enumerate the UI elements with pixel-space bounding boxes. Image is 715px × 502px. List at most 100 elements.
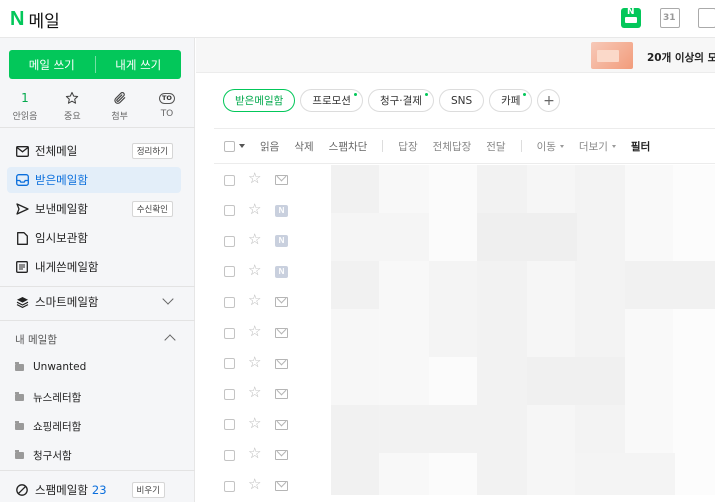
chevron-down-icon[interactable]: [162, 293, 174, 305]
quick-attachment[interactable]: 첨부: [103, 90, 137, 122]
add-tab-button[interactable]: +: [537, 89, 561, 112]
star-icon[interactable]: ☆: [248, 415, 261, 431]
row-checkbox[interactable]: [224, 358, 235, 370]
more-button[interactable]: 더보기: [579, 139, 608, 154]
folder-item[interactable]: Unwanted: [15, 361, 86, 373]
tab-label: 카페: [501, 95, 521, 107]
star-icon[interactable]: ☆: [248, 354, 261, 370]
star-icon: [55, 90, 89, 106]
calendar-day: 31: [663, 13, 676, 23]
forward-button[interactable]: 전달: [486, 139, 505, 154]
folder-item[interactable]: 뉴스레터함: [15, 390, 81, 405]
table-row[interactable]: ☆: [214, 471, 715, 501]
mail-icon: [15, 144, 29, 158]
chevron-up-icon[interactable]: [164, 334, 176, 346]
quick-unread[interactable]: 1 안읽음: [8, 90, 42, 122]
table-row[interactable]: ☆: [214, 379, 715, 409]
read-receipt-button[interactable]: 수신확인: [131, 201, 173, 217]
sidebar: 메일 쓰기 내게 쓰기 1 안읽음 중요 첨부 TO TO 전체메일 정리하기 …: [0, 38, 195, 502]
table-row[interactable]: ☆: [214, 440, 715, 470]
star-icon[interactable]: ☆: [248, 324, 261, 339]
envelope-icon[interactable]: [275, 358, 288, 369]
reply-button[interactable]: 답장: [398, 139, 417, 154]
star-icon[interactable]: ☆: [248, 232, 261, 247]
table-row[interactable]: ☆: [214, 165, 715, 195]
promo-banner[interactable]: 20개 이상의 모: [196, 38, 715, 73]
block-spam-button[interactable]: 스팸차단: [329, 139, 368, 154]
tab-cafe[interactable]: 카페: [489, 89, 533, 112]
row-checkbox[interactable]: [224, 174, 235, 186]
naver-sender-icon: N: [275, 235, 288, 248]
table-row[interactable]: ☆ N: [214, 226, 715, 256]
mailbox-tabs: 받은메일함 프로모션 청구·결제 SNS 카페 +: [223, 89, 561, 112]
folder-item[interactable]: 쇼핑레터함: [15, 419, 81, 434]
naver-mail-logo[interactable]: N 메일: [10, 7, 60, 32]
envelope-icon[interactable]: [275, 419, 288, 430]
write-to-self-button[interactable]: 내게 쓰기: [96, 50, 182, 79]
star-icon[interactable]: ☆: [248, 446, 261, 461]
row-checkbox[interactable]: [224, 296, 235, 308]
tab-inbox[interactable]: 받은메일함: [223, 89, 296, 112]
row-checkbox[interactable]: [224, 205, 235, 217]
sidebar-item-sent[interactable]: 보낸메일함 수신확인: [7, 196, 181, 222]
star-icon[interactable]: ☆: [248, 171, 261, 186]
table-row[interactable]: ☆ N: [214, 257, 715, 287]
select-all-checkbox[interactable]: [224, 140, 235, 152]
tab-promotion[interactable]: 프로모션: [300, 89, 363, 112]
sidebar-item-inbox[interactable]: 받은메일함: [7, 167, 181, 193]
envelope-icon[interactable]: [275, 450, 288, 461]
table-row[interactable]: ☆ N: [214, 196, 715, 226]
star-icon[interactable]: ☆: [248, 477, 261, 492]
quick-to[interactable]: TO TO: [150, 90, 184, 122]
select-options-caret[interactable]: [239, 144, 245, 148]
calendar-icon[interactable]: 31: [660, 8, 680, 28]
table-row[interactable]: ☆: [214, 410, 715, 440]
folder-icon: [15, 361, 24, 371]
empty-spam-button[interactable]: 비우기: [131, 482, 165, 498]
star-icon[interactable]: ☆: [248, 293, 261, 308]
star-icon[interactable]: ☆: [248, 385, 261, 400]
tab-sns[interactable]: SNS: [438, 89, 485, 112]
row-checkbox[interactable]: [224, 266, 235, 278]
reply-all-button[interactable]: 전체답장: [433, 139, 472, 154]
star-icon[interactable]: ☆: [248, 201, 261, 217]
filter-button[interactable]: 필터: [631, 139, 650, 154]
contacts-icon[interactable]: [698, 8, 715, 28]
sidebar-item-drafts[interactable]: 임시보관함: [7, 225, 181, 251]
row-checkbox[interactable]: [224, 449, 235, 461]
divider: [0, 470, 195, 471]
table-row[interactable]: ☆: [214, 349, 715, 379]
row-checkbox[interactable]: [224, 327, 235, 339]
star-icon[interactable]: ☆: [248, 262, 261, 278]
envelope-icon[interactable]: [275, 175, 288, 185]
folder-item[interactable]: 청구서함: [15, 448, 72, 463]
sidebar-item-smart-mailbox[interactable]: 스마트메일함: [7, 289, 181, 315]
row-checkbox[interactable]: [224, 480, 235, 492]
inbox-icon: [15, 173, 29, 187]
sidebar-item-label: 받은메일함: [35, 173, 88, 187]
row-checkbox[interactable]: [224, 235, 235, 247]
sidebar-item-spam[interactable]: 스팸메일함 23 비우기: [7, 477, 181, 502]
row-checkbox[interactable]: [224, 388, 235, 400]
delete-button[interactable]: 삭제: [294, 139, 313, 154]
envelope-icon[interactable]: [275, 297, 288, 308]
quick-important[interactable]: 중요: [55, 90, 89, 122]
move-button[interactable]: 이동: [537, 139, 556, 154]
quick-label: 첨부: [111, 112, 128, 122]
write-mail-button[interactable]: 메일 쓰기: [9, 50, 95, 79]
draft-icon: [15, 231, 29, 245]
row-checkbox[interactable]: [224, 419, 235, 431]
table-row[interactable]: ☆: [214, 287, 715, 317]
organize-button[interactable]: 정리하기: [131, 143, 173, 159]
envelope-icon[interactable]: [275, 481, 288, 491]
sidebar-item-all-mail[interactable]: 전체메일 정리하기: [7, 138, 181, 164]
mark-read-button[interactable]: 읽음: [260, 139, 279, 154]
quick-label: 중요: [64, 112, 81, 122]
tab-billing[interactable]: 청구·결제: [367, 89, 434, 112]
envelope-icon[interactable]: [275, 389, 288, 400]
table-row[interactable]: ☆: [214, 318, 715, 348]
mail-app-icon[interactable]: N: [621, 7, 641, 28]
sidebar-item-self-mail[interactable]: 내게쓴메일함: [7, 254, 181, 280]
envelope-icon[interactable]: [275, 328, 288, 338]
mail-title: 메일: [28, 12, 60, 32]
